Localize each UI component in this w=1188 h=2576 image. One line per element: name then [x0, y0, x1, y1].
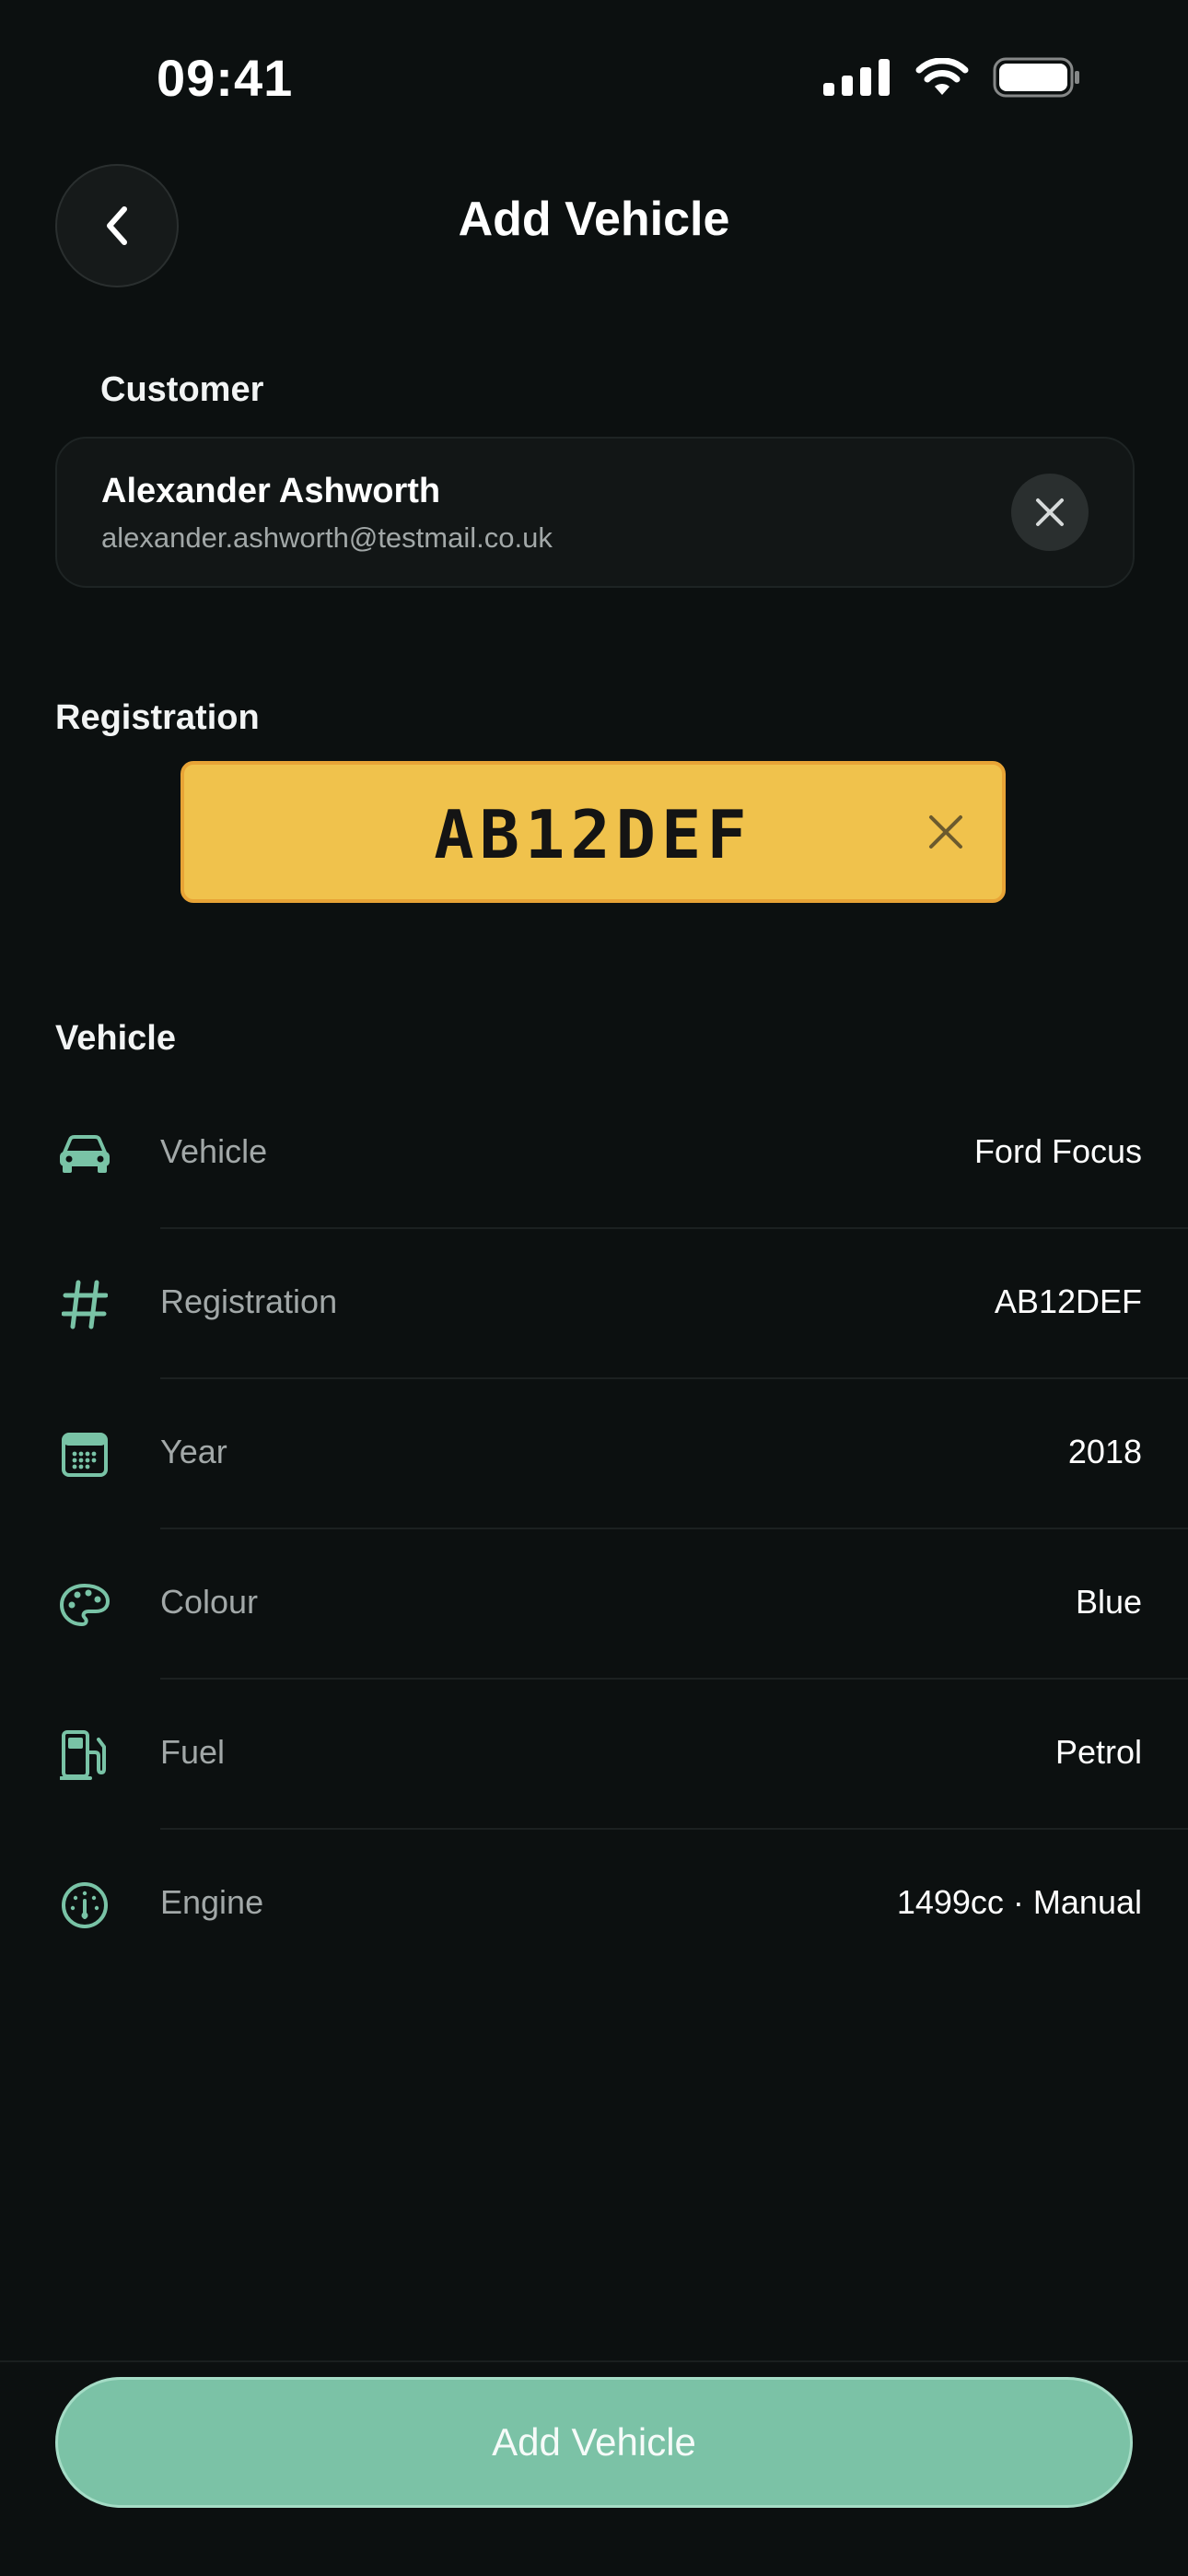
fuel-pump-icon — [55, 1726, 114, 1785]
close-icon — [929, 815, 962, 849]
vehicle-row-model: Vehicle Ford Focus — [0, 1079, 1188, 1229]
vehicle-section-label: Vehicle — [55, 1019, 176, 1058]
row-label: Registration — [160, 1282, 338, 1320]
row-label: Colour — [160, 1583, 259, 1621]
wifi-icon — [915, 58, 969, 95]
registration-section-label: Registration — [55, 698, 260, 737]
calendar-icon — [55, 1425, 114, 1484]
row-value: 2018 — [1067, 1433, 1142, 1470]
customer-name: Alexander Ashworth — [101, 472, 441, 510]
customer-section-label: Customer — [100, 370, 264, 409]
clear-customer-button[interactable] — [1011, 474, 1089, 551]
close-icon — [1036, 498, 1064, 526]
vehicle-row-colour: Colour Blue — [0, 1529, 1188, 1680]
customer-card: Alexander Ashworth alexander.ashworth@te… — [55, 437, 1135, 588]
palette-icon — [55, 1575, 114, 1634]
row-value: Petrol — [1054, 1733, 1142, 1771]
row-label: Year — [160, 1433, 227, 1470]
registration-plate[interactable]: AB12DEF — [181, 761, 1006, 903]
row-label: Fuel — [160, 1733, 226, 1771]
row-label: Vehicle — [160, 1132, 268, 1170]
row-label: Engine — [160, 1883, 264, 1921]
vehicle-row-fuel: Fuel Petrol — [0, 1680, 1188, 1830]
hash-icon — [55, 1275, 114, 1334]
cellular-signal-icon — [823, 59, 890, 96]
row-value: Ford Focus — [973, 1132, 1142, 1170]
battery-icon — [993, 57, 1079, 98]
row-value: AB12DEF — [994, 1282, 1142, 1320]
page-title: Add Vehicle — [458, 193, 730, 246]
status-icons — [823, 57, 1081, 98]
customer-email: alexander.ashworth@testmail.co.uk — [101, 521, 553, 554]
row-value: Blue — [1075, 1583, 1142, 1621]
clear-plate-button[interactable] — [917, 803, 974, 861]
bottom-divider — [0, 2360, 1188, 2362]
status-time: 09:41 — [157, 49, 294, 107]
row-value: 1499cc · Manual — [896, 1883, 1142, 1921]
gauge-icon — [55, 1876, 114, 1935]
vehicle-row-engine: Engine 1499cc · Manual — [0, 1830, 1188, 1980]
plate-text: AB12DEF — [434, 796, 752, 873]
car-icon — [55, 1125, 114, 1184]
vehicle-row-registration: Registration AB12DEF — [0, 1229, 1188, 1379]
vehicle-row-year: Year 2018 — [0, 1379, 1188, 1529]
add-vehicle-button[interactable]: Add Vehicle — [55, 2377, 1133, 2508]
